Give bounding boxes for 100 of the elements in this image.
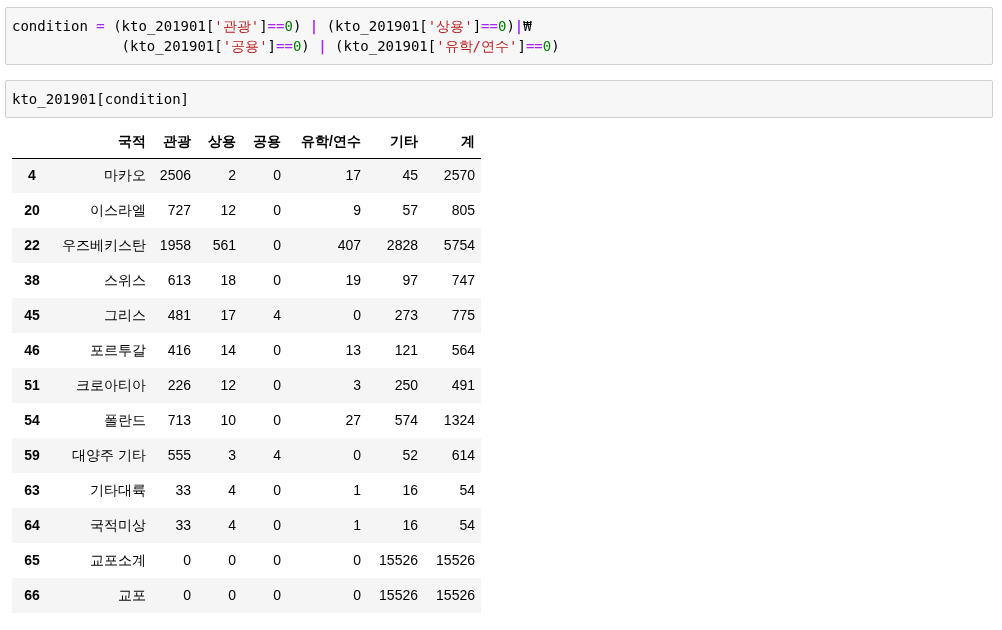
- row-index: 59: [12, 438, 52, 473]
- table-cell: 4: [197, 473, 242, 508]
- column-header: 기타: [367, 126, 424, 158]
- row-index: 66: [12, 578, 52, 613]
- table-cell: 대양주 기타: [52, 438, 152, 473]
- table-cell: 0: [152, 543, 197, 578]
- table-cell: 15526: [424, 578, 481, 613]
- table-cell: 564: [424, 333, 481, 368]
- table-cell: 12: [197, 368, 242, 403]
- table-cell: 0: [242, 263, 287, 298]
- table-cell: 17: [197, 298, 242, 333]
- table-cell: 0: [197, 543, 242, 578]
- table-cell: 0: [242, 578, 287, 613]
- table-cell: 713: [152, 403, 197, 438]
- table-cell: 613: [152, 263, 197, 298]
- table-cell: 481: [152, 298, 197, 333]
- table-cell: 0: [287, 438, 367, 473]
- table-cell: 54: [424, 508, 481, 543]
- table-cell: 3: [287, 368, 367, 403]
- table-cell: 775: [424, 298, 481, 333]
- table-cell: 10: [197, 403, 242, 438]
- code-cell[interactable]: kto_201901[condition]: [5, 80, 993, 118]
- table-cell: 0: [242, 158, 287, 193]
- table-cell: 805: [424, 193, 481, 228]
- table-cell: 574: [367, 403, 424, 438]
- table-cell: 250: [367, 368, 424, 403]
- table-cell: 1324: [424, 403, 481, 438]
- table-cell: 2: [197, 158, 242, 193]
- table-cell: 226: [152, 368, 197, 403]
- table-cell: 4: [197, 508, 242, 543]
- table-cell: 15526: [367, 578, 424, 613]
- table-cell: 크로아티아: [52, 368, 152, 403]
- table-cell: 57: [367, 193, 424, 228]
- table-cell: 33: [152, 508, 197, 543]
- column-header: 관광: [152, 126, 197, 158]
- row-index: 20: [12, 193, 52, 228]
- table-cell: 폴란드: [52, 403, 152, 438]
- table-cell: 1: [287, 508, 367, 543]
- table-cell: 교포소계: [52, 543, 152, 578]
- table-cell: 491: [424, 368, 481, 403]
- table-cell: 국적미상: [52, 508, 152, 543]
- table-cell: 727: [152, 193, 197, 228]
- table-cell: 33: [152, 473, 197, 508]
- table-cell: 15526: [424, 543, 481, 578]
- table-cell: 614: [424, 438, 481, 473]
- table-cell: 0: [242, 228, 287, 263]
- table-cell: 0: [242, 193, 287, 228]
- table-cell: 기타대륙: [52, 473, 152, 508]
- table-cell: 0: [242, 473, 287, 508]
- table-cell: 4: [242, 298, 287, 333]
- row-index: 45: [12, 298, 52, 333]
- table-cell: 0: [242, 508, 287, 543]
- table-cell: 2570: [424, 158, 481, 193]
- table-cell: 4: [242, 438, 287, 473]
- column-header: 계: [424, 126, 481, 158]
- table-cell: 1958: [152, 228, 197, 263]
- table-cell: 0: [242, 403, 287, 438]
- table-cell: 3: [197, 438, 242, 473]
- table-cell: 마카오: [52, 158, 152, 193]
- code-cell[interactable]: condition = (kto_201901['관광']==0) | (kto_201901['상용']==0)|₩ (kto_201901['공용']==0) | (kto_201901['유학/연수']==0): [5, 7, 993, 65]
- table-cell: 121: [367, 333, 424, 368]
- table-cell: 555: [152, 438, 197, 473]
- table-cell: 97: [367, 263, 424, 298]
- row-index: 46: [12, 333, 52, 368]
- table-cell: 15526: [367, 543, 424, 578]
- table-cell: 0: [242, 333, 287, 368]
- row-index: 38: [12, 263, 52, 298]
- table-cell: 14: [197, 333, 242, 368]
- column-header: 공용: [242, 126, 287, 158]
- table-cell: 16: [367, 508, 424, 543]
- table-cell: 17: [287, 158, 367, 193]
- table-cell: 포르투갈: [52, 333, 152, 368]
- row-index: 51: [12, 368, 52, 403]
- row-index: 63: [12, 473, 52, 508]
- table-cell: 우즈베키스탄: [52, 228, 152, 263]
- table-cell: 0: [287, 578, 367, 613]
- row-index: 22: [12, 228, 52, 263]
- table-cell: 0: [242, 543, 287, 578]
- table-cell: 416: [152, 333, 197, 368]
- table-cell: 0: [242, 368, 287, 403]
- table-cell: 1: [287, 473, 367, 508]
- table-cell: 54: [424, 473, 481, 508]
- column-header: 유학/연수: [287, 126, 367, 158]
- row-index: 4: [12, 158, 52, 193]
- table-cell: 273: [367, 298, 424, 333]
- table-cell: 0: [152, 578, 197, 613]
- table-cell: 747: [424, 263, 481, 298]
- table-cell: 52: [367, 438, 424, 473]
- column-header: 상용: [197, 126, 242, 158]
- table-cell: 407: [287, 228, 367, 263]
- table-cell: 12: [197, 193, 242, 228]
- table-cell: 스위스: [52, 263, 152, 298]
- table-cell: 2828: [367, 228, 424, 263]
- table-cell: 27: [287, 403, 367, 438]
- table-cell: 19: [287, 263, 367, 298]
- table-cell: 0: [197, 578, 242, 613]
- table-cell: 45: [367, 158, 424, 193]
- row-index: 65: [12, 543, 52, 578]
- table-cell: 13: [287, 333, 367, 368]
- table-cell: 0: [287, 543, 367, 578]
